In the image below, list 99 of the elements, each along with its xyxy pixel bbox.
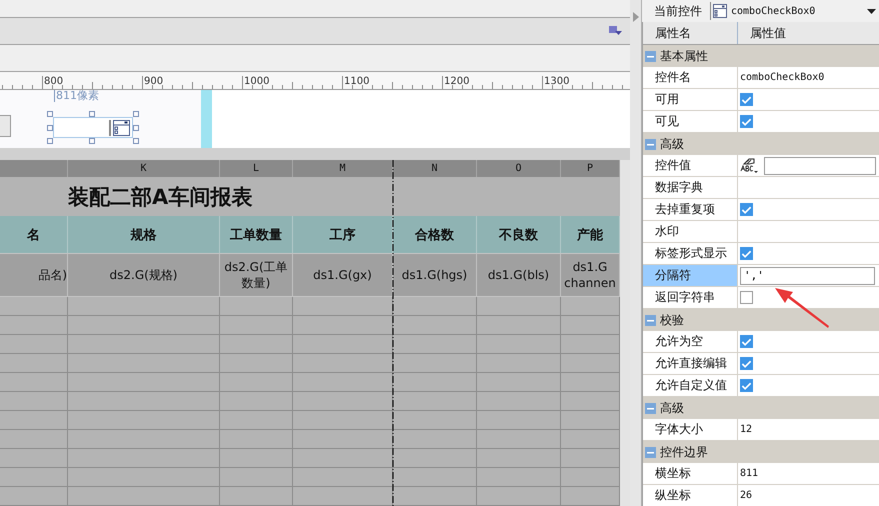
column-header: 属性名 [643,22,738,44]
section-title: 控件边界 [660,444,708,460]
table-cell [0,297,68,316]
table-cell [0,487,68,506]
section-header[interactable]: 高级 [643,133,879,155]
property-name[interactable]: 控件值 [643,155,738,176]
section-title: 基本属性 [660,48,708,64]
data-cell: ds1.G(bls) [477,253,561,297]
collapse-icon[interactable] [645,446,656,458]
property-value: 26 [740,490,752,501]
data-cell: ds2.G(工单数量) [220,253,293,297]
control-stub[interactable] [0,115,11,137]
ruler-label: 1100 [344,76,370,87]
current-control-label: 当前控件 [654,2,702,20]
expand-arrow-icon[interactable] [632,12,638,22]
data-cell: ds1.G(gx) [293,253,393,297]
section-title: 高级 [660,400,684,416]
list-icon [713,4,727,18]
table-cell [0,354,68,373]
header-cell: 工单数量 [220,216,293,253]
data-cell: ds1.G channen [561,253,620,297]
property-name[interactable]: 标签形式显示 [643,243,738,264]
checkbox[interactable] [740,379,753,392]
property-name[interactable]: 数据字典 [643,177,738,198]
header-cell: 名 [0,216,68,253]
table-cell [0,430,68,449]
table-cell [0,411,68,430]
data-cell: ds1.G(hgs) [393,253,477,297]
property-name[interactable]: 分隔符 [643,265,738,286]
property-name[interactable]: 允许为空 [643,331,738,352]
table-cell [0,335,68,354]
column-header[interactable]: L [220,160,293,177]
property-name[interactable]: 允许自定义值 [643,375,738,396]
property-name[interactable]: 控件名 [643,67,738,88]
section-header[interactable]: 控件边界 [643,441,879,463]
ruler-label: 1200 [444,76,470,87]
selection-frame[interactable] [47,111,139,144]
checkbox[interactable] [740,203,753,216]
ruler-label: 900 [144,76,164,87]
section-title: 校验 [660,312,684,328]
property-name[interactable]: 字体大小 [643,419,738,440]
header-cell: 不良数 [477,216,561,253]
table-cell [0,468,68,487]
header-cell: 产能 [561,216,620,253]
control-select[interactable]: comboCheckBox0 [710,2,879,20]
property-name[interactable]: 纵坐标 [643,485,738,506]
section-header[interactable]: 高级 [643,397,879,419]
header-cell: 规格 [68,216,220,253]
horizontal-scrollbar[interactable] [0,148,630,160]
checkbox[interactable] [740,357,753,370]
column-header[interactable]: P [561,160,620,177]
annotation-arrow [774,286,830,330]
property-name[interactable]: 可用 [643,89,738,110]
separator-input[interactable]: ',' [740,266,875,284]
property-value: 12 [740,424,752,435]
collapse-icon[interactable] [645,138,656,150]
collapse-icon[interactable] [645,402,656,414]
column-header[interactable]: N [393,160,477,177]
property-value: 811 [740,468,758,479]
data-cell: ds2.G(规格) [68,253,220,297]
value-input[interactable] [764,156,876,174]
ruler-label: 1300 [544,76,570,87]
column-header[interactable]: K [68,160,220,177]
list-icon [109,120,132,136]
section-header[interactable]: 校验 [643,309,879,331]
property-name[interactable]: 去掉重复项 [643,199,738,220]
column-header[interactable]: M [293,160,393,177]
collapse-icon[interactable] [645,50,656,62]
property-name[interactable]: 返回字符串 [643,287,738,308]
property-name[interactable]: 水印 [643,221,738,242]
checkbox[interactable] [740,115,753,128]
table-cell [0,316,68,335]
property-value: comboCheckBox0 [740,72,824,83]
checkbox[interactable] [740,335,753,348]
dropdown-icon[interactable] [609,26,622,36]
ruler-label: 1000 [244,76,270,87]
property-name[interactable]: 横坐标 [643,463,738,484]
collapse-icon[interactable] [645,314,656,326]
checkbox[interactable] [740,291,753,304]
section-header[interactable]: 基本属性 [643,45,879,67]
position-label: 811像素 [54,90,99,102]
table-cell [0,392,68,411]
property-name[interactable]: 允许直接编辑 [643,353,738,374]
checkbox[interactable] [740,93,753,106]
table-cell [0,449,68,468]
page-boundary [201,90,212,148]
section-title: 高级 [660,136,684,152]
caret-icon [867,8,876,14]
checkbox[interactable] [740,247,753,260]
table-cell [0,373,68,392]
vertical-scrollbar[interactable] [620,160,630,506]
column-header: 属性值 [749,24,787,42]
header-cell: 合格数 [393,216,477,253]
ruler-label: 800 [44,76,64,87]
property-name[interactable]: 可见 [643,111,738,132]
combo-checkbox-control[interactable] [53,117,133,138]
header-cell: 工序 [293,216,393,253]
column-header[interactable]: O [477,160,561,177]
data-cell: 品名) [0,253,68,297]
